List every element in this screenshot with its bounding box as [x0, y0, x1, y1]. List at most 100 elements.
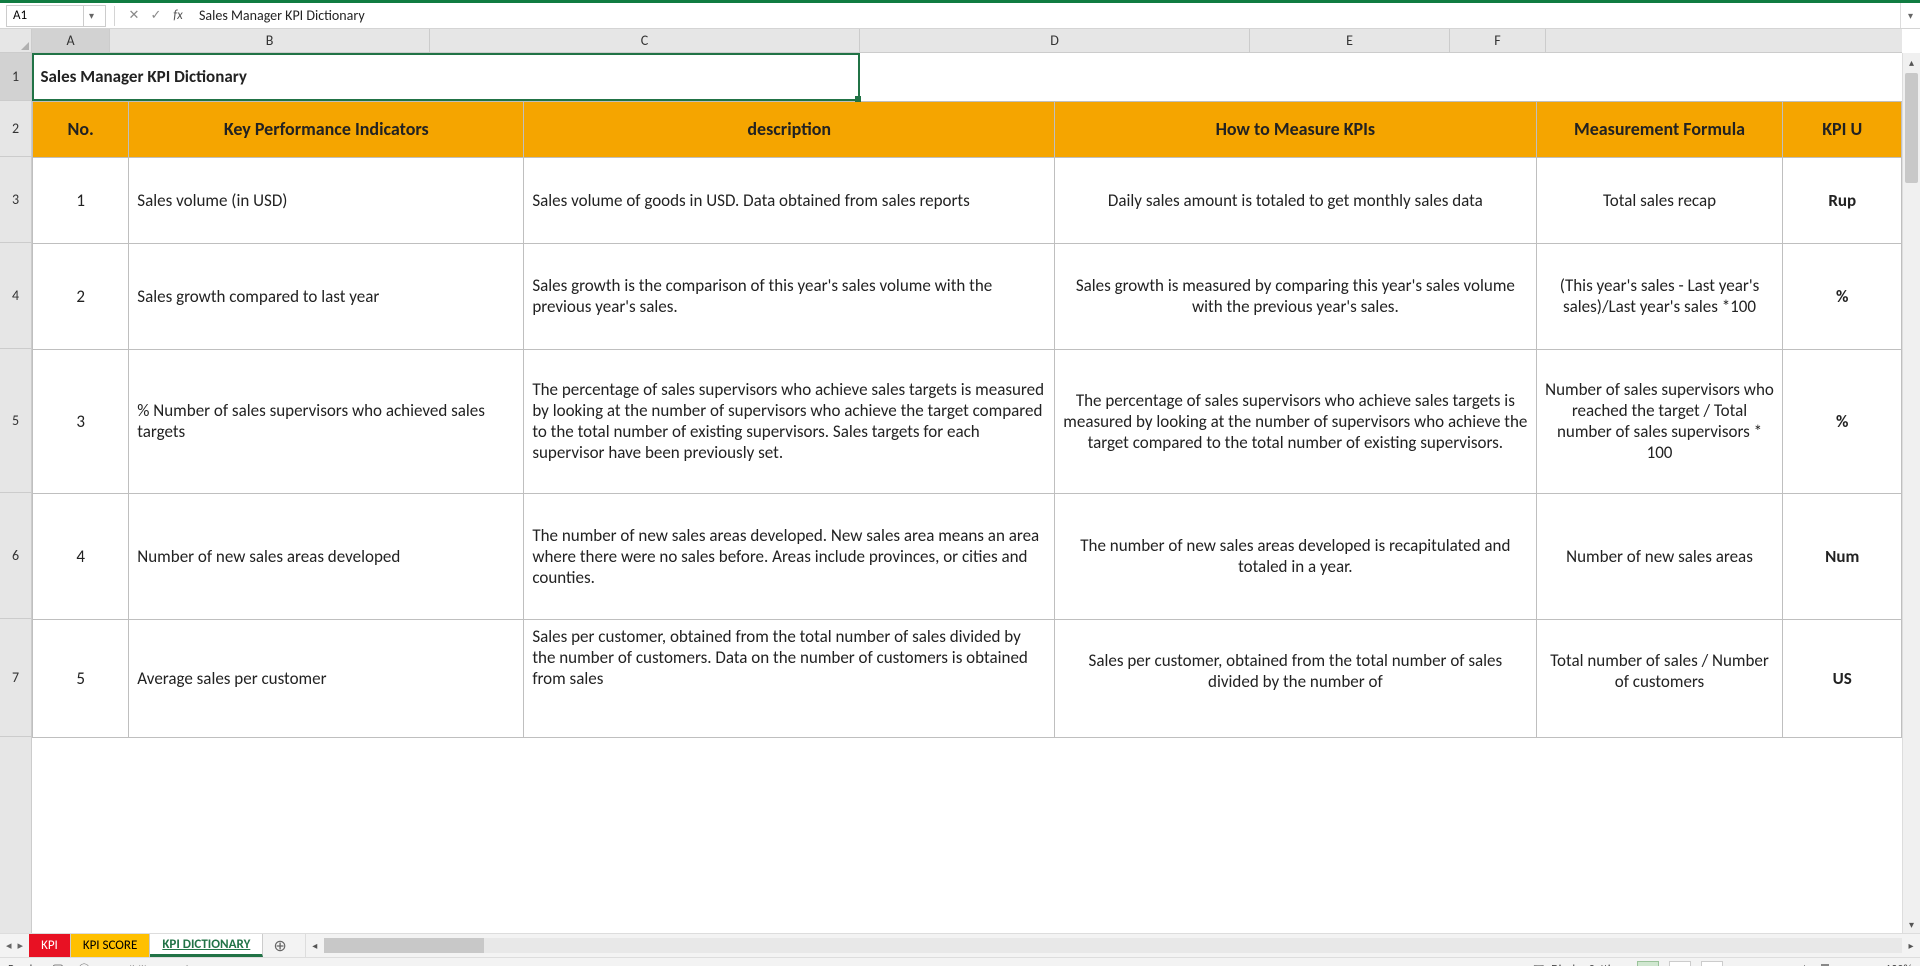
- cell-D1[interactable]: [1055, 53, 1536, 101]
- col-header-F[interactable]: F: [1450, 29, 1546, 52]
- cancel-formula-button[interactable]: ✕: [123, 5, 145, 27]
- cell-no[interactable]: 1: [33, 157, 129, 243]
- cell-unit[interactable]: %: [1783, 243, 1902, 349]
- cell-desc[interactable]: Sales volume of goods in USD. Data obtai…: [524, 157, 1055, 243]
- cell-F1[interactable]: [1783, 53, 1902, 101]
- page-title[interactable]: Sales Manager KPI Dictionary: [33, 53, 1055, 101]
- display-settings-button[interactable]: 🖵 Display Settings: [1533, 963, 1627, 966]
- formula-bar: A1 ▾ ✕ ✓ fx Sales Manager KPI Dictionary…: [0, 3, 1920, 29]
- title-row: Sales Manager KPI Dictionary: [33, 53, 1902, 101]
- name-box[interactable]: A1 ▾: [6, 5, 106, 27]
- row-header-7[interactable]: 7: [0, 619, 31, 737]
- cell-formula[interactable]: Number of sales supervisors who reached …: [1536, 349, 1783, 493]
- cell-kpi[interactable]: % Number of sales supervisors who achiev…: [129, 349, 524, 493]
- cell-desc[interactable]: Sales per customer, obtained from the to…: [524, 619, 1055, 737]
- cell-desc[interactable]: Sales growth is the comparison of this y…: [524, 243, 1055, 349]
- status-bar: Ready ▢ ⓘ Accessibility: Good to go 🖵 Di…: [0, 957, 1920, 966]
- col-header-D[interactable]: D: [860, 29, 1250, 52]
- cell-unit[interactable]: US: [1783, 619, 1902, 737]
- cell-no[interactable]: 4: [33, 493, 129, 619]
- table-row: 2 Sales growth compared to last year Sal…: [33, 243, 1902, 349]
- col-header-A[interactable]: A: [32, 29, 110, 52]
- row-header-2[interactable]: 2: [0, 101, 31, 157]
- sheet-tab-kpi[interactable]: KPI: [29, 934, 71, 957]
- accept-formula-button[interactable]: ✓: [145, 5, 167, 27]
- cell-formula[interactable]: Number of new sales areas: [1536, 493, 1783, 619]
- cell-measure[interactable]: The percentage of sales supervisors who …: [1055, 349, 1536, 493]
- display-settings-label: Display Settings: [1551, 963, 1627, 966]
- expand-formula-bar-icon[interactable]: ▾: [1900, 3, 1920, 28]
- col-header-B[interactable]: B: [110, 29, 430, 52]
- hdr-no[interactable]: No.: [33, 101, 129, 157]
- col-header-C[interactable]: C: [430, 29, 860, 52]
- row-header-4[interactable]: 4: [0, 243, 31, 349]
- hdr-kpi[interactable]: Key Performance Indicators: [129, 101, 524, 157]
- accessibility-status[interactable]: ⓘ Accessibility: Good to go: [78, 961, 216, 966]
- zoom-in-button[interactable]: +: [1869, 963, 1875, 966]
- hdr-desc[interactable]: description: [524, 101, 1055, 157]
- cell-no[interactable]: 2: [33, 243, 129, 349]
- row-header-3[interactable]: 3: [0, 157, 31, 243]
- new-sheet-button[interactable]: ⊕: [263, 934, 296, 957]
- col-header-E[interactable]: E: [1250, 29, 1450, 52]
- table-row: 3 % Number of sales supervisors who achi…: [33, 349, 1902, 493]
- cell-formula[interactable]: Total sales recap: [1536, 157, 1783, 243]
- cell-no[interactable]: 5: [33, 619, 129, 737]
- sheet-tab-kpi-score[interactable]: KPI SCORE: [71, 934, 151, 957]
- select-all-corner[interactable]: [0, 29, 32, 53]
- header-row: No. Key Performance Indicators descripti…: [33, 101, 1902, 157]
- cell-kpi[interactable]: Sales volume (in USD): [129, 157, 524, 243]
- cell-desc[interactable]: The number of new sales areas developed.…: [524, 493, 1055, 619]
- vertical-scrollbar[interactable]: ▴ ▾: [1902, 53, 1920, 933]
- hscroll-thumb[interactable]: [324, 938, 484, 953]
- status-ready: Ready: [8, 963, 38, 966]
- scroll-up-icon[interactable]: ▴: [1903, 53, 1920, 71]
- insert-function-button[interactable]: fx: [167, 5, 189, 27]
- cell-kpi[interactable]: Number of new sales areas developed: [129, 493, 524, 619]
- sheet-tab-kpi-dictionary[interactable]: KPI DICTIONARY: [150, 934, 263, 957]
- scroll-down-icon[interactable]: ▾: [1903, 915, 1920, 933]
- cell-measure[interactable]: Sales per customer, obtained from the to…: [1055, 619, 1536, 737]
- formula-input[interactable]: Sales Manager KPI Dictionary: [189, 7, 1900, 24]
- cell-measure[interactable]: Daily sales amount is totaled to get mon…: [1055, 157, 1536, 243]
- sheet-cells[interactable]: Sales Manager KPI Dictionary No. Key Per…: [32, 53, 1902, 933]
- cell-measure[interactable]: Sales growth is measured by comparing th…: [1055, 243, 1536, 349]
- hscroll-right-icon[interactable]: ▸: [1902, 934, 1920, 957]
- macro-record-icon[interactable]: ▢: [52, 962, 64, 966]
- horizontal-scrollbar[interactable]: ◂ ▸: [305, 934, 1920, 957]
- cell-desc[interactable]: The percentage of sales supervisors who …: [524, 349, 1055, 493]
- name-box-dropdown-icon[interactable]: ▾: [83, 6, 99, 26]
- status-right: 🖵 Display Settings ▦ ▤ ▭ − + 120%: [1533, 961, 1912, 966]
- view-page-layout-button[interactable]: ▤: [1669, 961, 1691, 966]
- table-row: 5 Average sales per customer Sales per c…: [33, 619, 1902, 737]
- hdr-measure[interactable]: How to Measure KPIs: [1055, 101, 1536, 157]
- row-header-1[interactable]: 1: [0, 53, 31, 101]
- row-header-5[interactable]: 5: [0, 349, 31, 493]
- cell-formula[interactable]: (This year's sales - Last year's sales)/…: [1536, 243, 1783, 349]
- display-settings-icon: 🖵: [1533, 963, 1545, 966]
- cell-measure[interactable]: The number of new sales areas developed …: [1055, 493, 1536, 619]
- cell-unit[interactable]: Rup: [1783, 157, 1902, 243]
- tab-nav-prev-icon[interactable]: ◂: [6, 939, 12, 952]
- separator: [114, 6, 115, 26]
- zoom-out-button[interactable]: −: [1733, 963, 1739, 966]
- tab-nav-next-icon[interactable]: ▸: [18, 939, 24, 952]
- cell-no[interactable]: 3: [33, 349, 129, 493]
- cell-kpi[interactable]: Average sales per customer: [129, 619, 524, 737]
- hdr-formula[interactable]: Measurement Formula: [1536, 101, 1783, 157]
- row-header-6[interactable]: 6: [0, 493, 31, 619]
- name-box-value: A1: [13, 8, 27, 23]
- cell-E1[interactable]: [1536, 53, 1783, 101]
- hscroll-track[interactable]: [324, 938, 1902, 953]
- view-page-break-button[interactable]: ▭: [1701, 961, 1723, 966]
- view-normal-button[interactable]: ▦: [1637, 961, 1659, 966]
- spreadsheet-grid: A B C D E F 1 2 3 4 5 6 7 ▴ ▾ Sales Mana…: [0, 29, 1920, 933]
- cell-kpi[interactable]: Sales growth compared to last year: [129, 243, 524, 349]
- hdr-unit[interactable]: KPI U: [1783, 101, 1902, 157]
- scroll-thumb[interactable]: [1905, 73, 1918, 183]
- cell-unit[interactable]: %: [1783, 349, 1902, 493]
- cell-unit[interactable]: Num: [1783, 493, 1902, 619]
- zoom-level[interactable]: 120%: [1885, 963, 1912, 966]
- hscroll-left-icon[interactable]: ◂: [306, 934, 324, 957]
- cell-formula[interactable]: Total number of sales / Number of custom…: [1536, 619, 1783, 737]
